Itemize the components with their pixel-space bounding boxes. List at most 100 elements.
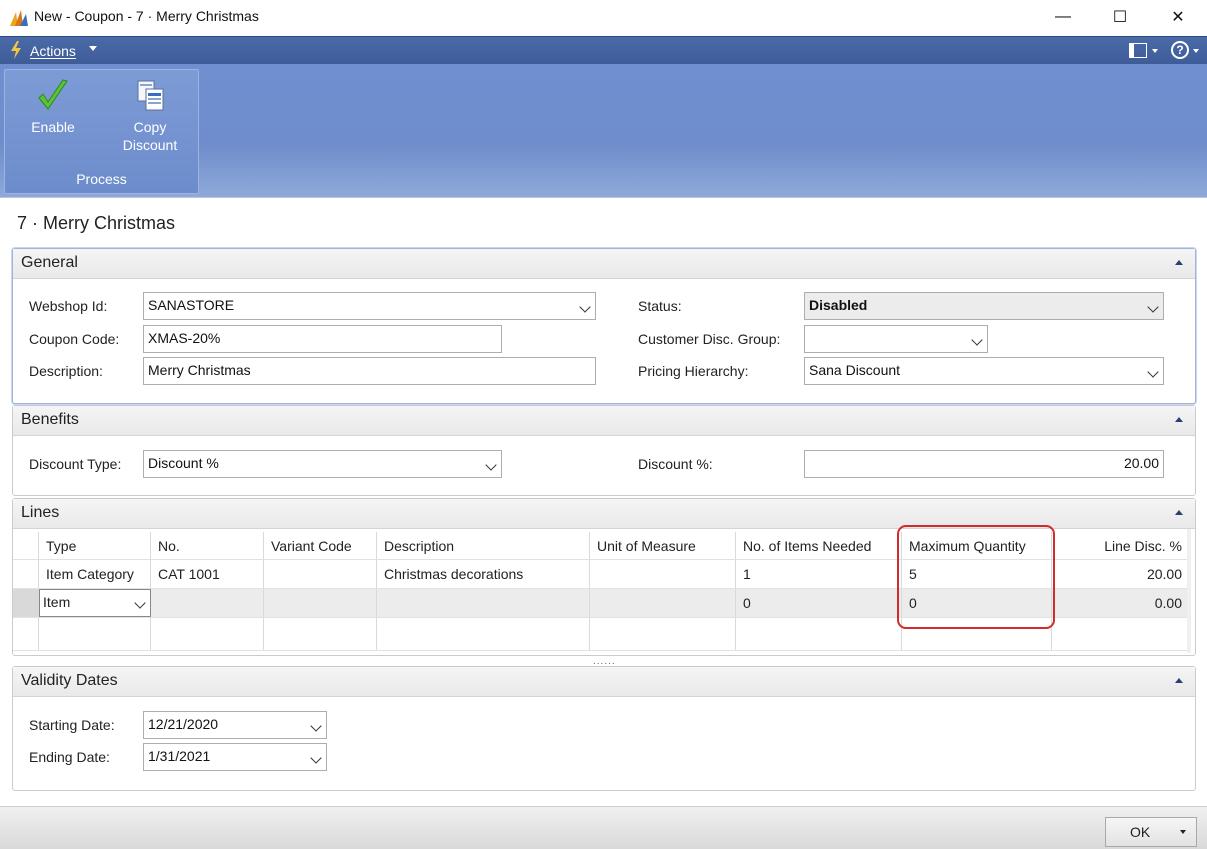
window-title-bar: New - Coupon - 7 · Merry Christmas — ☐ ✕ xyxy=(0,0,1207,36)
collapse-icon[interactable] xyxy=(1175,510,1183,515)
column-header-line-disc[interactable]: Line Disc. % xyxy=(1052,532,1191,560)
minimize-button[interactable]: — xyxy=(1034,0,1092,34)
page-title: 7 · Merry Christmas xyxy=(17,213,176,233)
chevron-down-icon[interactable] xyxy=(579,301,591,313)
table-cell-no[interactable] xyxy=(151,589,264,617)
help-icon[interactable]: ? xyxy=(1171,41,1189,59)
row-selector-header xyxy=(13,532,39,560)
ok-label: OK xyxy=(1130,824,1151,840)
discount-type-value: Discount % xyxy=(148,455,219,471)
table-cell-empty[interactable] xyxy=(377,618,590,650)
enable-button[interactable]: Enable xyxy=(21,70,85,168)
table-cell-line-disc[interactable]: 0.00 xyxy=(1052,589,1191,617)
ribbon-group-label: Process xyxy=(76,171,127,187)
customer-disc-group-field[interactable] xyxy=(804,325,988,353)
ending-date-label: Ending Date: xyxy=(29,749,110,765)
table-cell-variant-code[interactable] xyxy=(264,589,377,617)
starting-date-label: Starting Date: xyxy=(29,717,115,733)
collapse-icon[interactable] xyxy=(1175,678,1183,683)
collapse-icon[interactable] xyxy=(1175,417,1183,422)
table-cell-empty[interactable] xyxy=(1052,618,1191,650)
table-cell-empty[interactable] xyxy=(736,618,902,650)
discount-pct-field[interactable]: 20.00 xyxy=(804,450,1164,478)
window-title: New - Coupon - 7 · Merry Christmas xyxy=(34,8,259,24)
table-cell-unit-of-measure[interactable] xyxy=(590,560,736,588)
chevron-down-icon[interactable] xyxy=(1193,49,1199,53)
copy-discount-button[interactable]: Copy Discount xyxy=(115,70,185,168)
actions-menu[interactable]: Actions xyxy=(30,43,76,59)
chevron-down-icon[interactable] xyxy=(310,752,322,764)
status-field[interactable]: Disabled xyxy=(804,292,1164,320)
general-section-header[interactable]: General xyxy=(13,249,1195,279)
table-cell-items-needed[interactable]: 0 xyxy=(736,589,902,617)
table-cell-unit-of-measure[interactable] xyxy=(590,589,736,617)
benefits-section: Benefits Discount Type: Discount % Disco… xyxy=(12,405,1196,496)
column-header-items-needed[interactable]: No. of Items Needed xyxy=(736,532,902,560)
table-cell-description[interactable] xyxy=(377,589,590,617)
table-cell-empty[interactable] xyxy=(264,618,377,650)
column-header-type[interactable]: Type xyxy=(39,532,151,560)
enable-label: Enable xyxy=(31,119,75,135)
chevron-down-icon[interactable] xyxy=(1152,49,1158,53)
chevron-down-icon[interactable] xyxy=(134,597,146,609)
chevron-down-icon[interactable] xyxy=(1147,301,1159,313)
webshop-id-field[interactable]: SANASTORE xyxy=(143,292,596,320)
ok-button[interactable]: OK xyxy=(1105,817,1197,847)
pricing-hierarchy-field[interactable]: Sana Discount xyxy=(804,357,1164,385)
table-cell-line-disc[interactable]: 20.00 xyxy=(1052,560,1191,588)
row-selector[interactable] xyxy=(13,560,39,588)
webshop-id-label: Webshop Id: xyxy=(29,298,108,314)
table-cell-no[interactable]: CAT 1001 xyxy=(151,560,264,588)
type-dropdown[interactable]: Item xyxy=(39,589,151,617)
actions-bar: Actions ? xyxy=(0,36,1207,64)
pricing-hierarchy-label: Pricing Hierarchy: xyxy=(638,363,749,379)
chevron-down-icon[interactable] xyxy=(310,720,322,732)
discount-type-field[interactable]: Discount % xyxy=(143,450,502,478)
table-cell-items-needed[interactable]: 1 xyxy=(736,560,902,588)
validity-section-header[interactable]: Validity Dates xyxy=(13,667,1195,697)
chevron-down-icon[interactable] xyxy=(485,459,497,471)
description-field[interactable]: Merry Christmas xyxy=(143,357,596,385)
dynamics-nav-icon xyxy=(10,10,28,26)
ending-date-value: 1/31/2021 xyxy=(148,748,211,764)
discount-type-label: Discount Type: xyxy=(29,456,122,472)
pricing-hierarchy-value: Sana Discount xyxy=(809,362,901,378)
table-cell-description[interactable]: Christmas decorations xyxy=(377,560,590,588)
row-selector[interactable] xyxy=(13,618,39,650)
column-header-description[interactable]: Description xyxy=(377,532,590,560)
close-button[interactable]: ✕ xyxy=(1149,0,1207,34)
general-section: General Webshop Id: SANASTORE Coupon Cod… xyxy=(12,248,1196,404)
table-cell-empty[interactable] xyxy=(151,618,264,650)
section-title: General xyxy=(21,254,78,271)
coupon-code-label: Coupon Code: xyxy=(29,331,120,347)
ribbon: Enable Copy Discount Process xyxy=(0,64,1207,198)
column-header-unit-of-measure[interactable]: Unit of Measure xyxy=(590,532,736,560)
row-selector[interactable] xyxy=(13,589,39,617)
chevron-down-icon[interactable] xyxy=(971,334,983,346)
chevron-down-icon[interactable] xyxy=(1180,830,1186,834)
ending-date-field[interactable]: 1/31/2021 xyxy=(143,743,327,771)
section-title: Validity Dates xyxy=(21,672,118,689)
table-cell-empty[interactable] xyxy=(590,618,736,650)
chevron-down-icon[interactable] xyxy=(1147,366,1159,378)
lightning-icon xyxy=(11,41,21,59)
table-cell-type[interactable]: Item Category xyxy=(39,560,151,588)
validity-dates-section: Validity Dates Starting Date: 12/21/2020… xyxy=(12,666,1196,791)
maximize-button[interactable]: ☐ xyxy=(1091,0,1149,34)
table-cell-variant-code[interactable] xyxy=(264,560,377,588)
column-header-variant-code[interactable]: Variant Code xyxy=(264,532,377,560)
table-cell-empty[interactable] xyxy=(39,618,151,650)
benefits-section-header[interactable]: Benefits xyxy=(13,406,1195,436)
collapse-icon[interactable] xyxy=(1175,260,1183,265)
vertical-scrollbar[interactable] xyxy=(1187,529,1191,653)
column-header-no[interactable]: No. xyxy=(151,532,264,560)
starting-date-field[interactable]: 12/21/2020 xyxy=(143,711,327,739)
coupon-code-field[interactable]: XMAS-20% xyxy=(143,325,502,353)
description-label: Description: xyxy=(29,363,103,379)
chevron-down-icon[interactable] xyxy=(89,46,97,51)
copy-document-icon xyxy=(137,80,164,111)
type-dropdown-value: Item xyxy=(43,594,71,610)
starting-date-value: 12/21/2020 xyxy=(148,716,219,732)
discount-pct-label: Discount %: xyxy=(638,456,713,472)
layout-icon[interactable] xyxy=(1129,43,1147,58)
